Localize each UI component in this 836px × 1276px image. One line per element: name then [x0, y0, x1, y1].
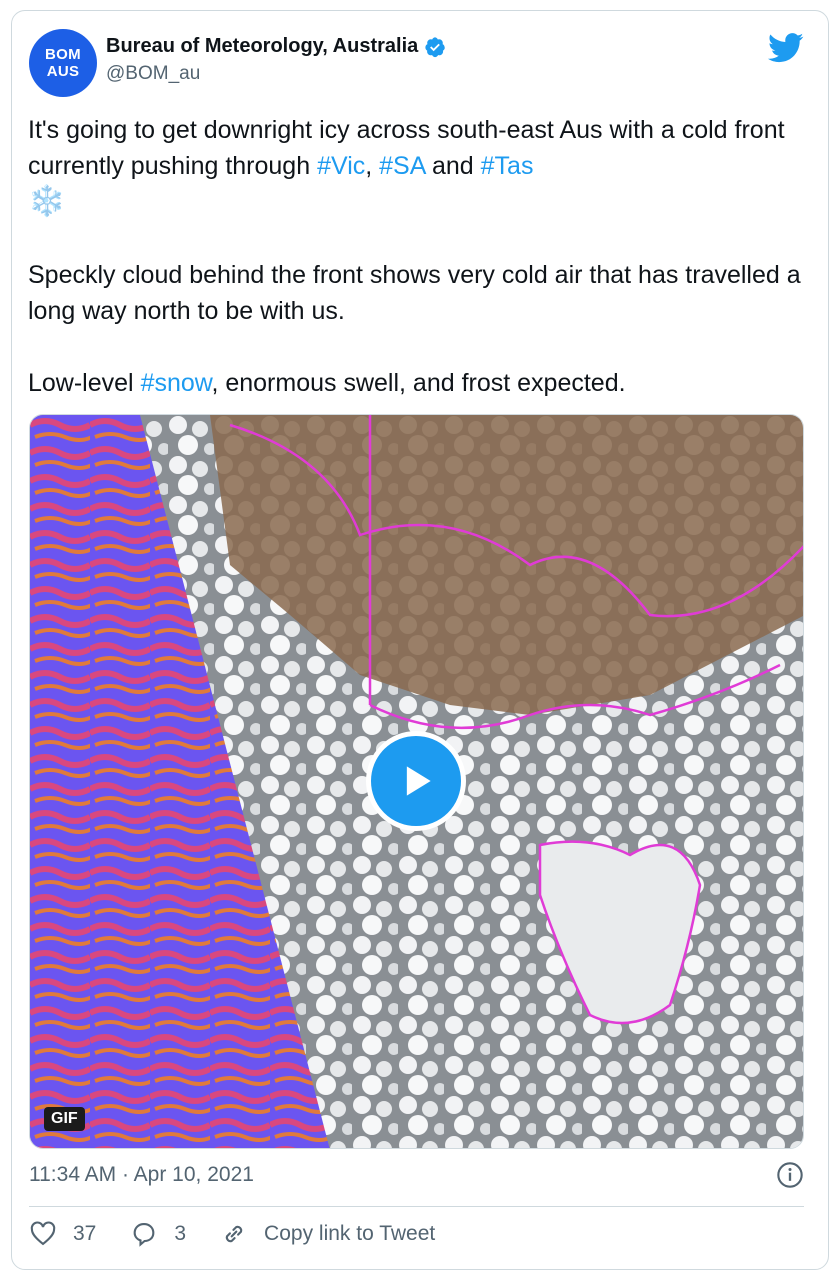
- copy-link-button[interactable]: Copy link to Tweet: [220, 1220, 435, 1248]
- avatar-text-top: BOM: [45, 46, 81, 63]
- play-button[interactable]: [366, 731, 466, 831]
- hashtag-tas[interactable]: #Tas: [481, 152, 534, 180]
- link-icon: [225, 1225, 243, 1243]
- reply-count: 3: [174, 1222, 187, 1245]
- tweet-paragraph-2: Speckly cloud behind the front shows ver…: [28, 261, 801, 325]
- gif-badge: GIF: [44, 1107, 85, 1131]
- heart-icon: [30, 1221, 56, 1246]
- action-bar: 37 3 Copy link to Tweet: [29, 1220, 469, 1248]
- tweet-paragraph-1: It's going to get downright icy across s…: [28, 112, 818, 221]
- reply-bubble-icon: [133, 1223, 155, 1247]
- tweet-text-segment: ,: [365, 152, 380, 180]
- verified-badge-icon: [425, 36, 446, 57]
- like-count: 37: [73, 1222, 97, 1245]
- author-name-row[interactable]: Bureau of Meteorology, Australia: [106, 35, 446, 58]
- tweet-text-segment: , enormous swell, and frost expected.: [211, 369, 626, 397]
- twitter-bird-icon[interactable]: [768, 33, 804, 63]
- tweet-text-segment: Low-level: [28, 369, 141, 397]
- handle[interactable]: @BOM_au: [106, 63, 200, 85]
- hashtag-vic[interactable]: #Vic: [317, 152, 365, 180]
- hashtag-sa[interactable]: #SA: [379, 152, 425, 180]
- avatar-text-bottom: AUS: [46, 63, 80, 80]
- avatar[interactable]: BOM AUS: [29, 29, 97, 97]
- hashtag-snow[interactable]: #snow: [141, 369, 212, 397]
- info-icon[interactable]: [776, 1161, 804, 1189]
- like-button[interactable]: 37: [29, 1220, 96, 1248]
- tweet-paragraph-3: Low-level #snow, enormous swell, and fro…: [28, 365, 818, 401]
- display-name[interactable]: Bureau of Meteorology, Australia: [106, 35, 418, 58]
- tweet-text-segment: and: [425, 152, 481, 180]
- play-icon: [406, 766, 431, 796]
- copy-link-label: Copy link to Tweet: [264, 1222, 436, 1245]
- snowflake-emoji: ❄️: [28, 185, 66, 218]
- timestamp[interactable]: 11:34 AM · Apr 10, 2021: [29, 1163, 254, 1187]
- tweet-text: It's going to get downright icy across s…: [28, 112, 818, 401]
- reply-button[interactable]: 3: [130, 1220, 186, 1248]
- divider: [29, 1206, 804, 1207]
